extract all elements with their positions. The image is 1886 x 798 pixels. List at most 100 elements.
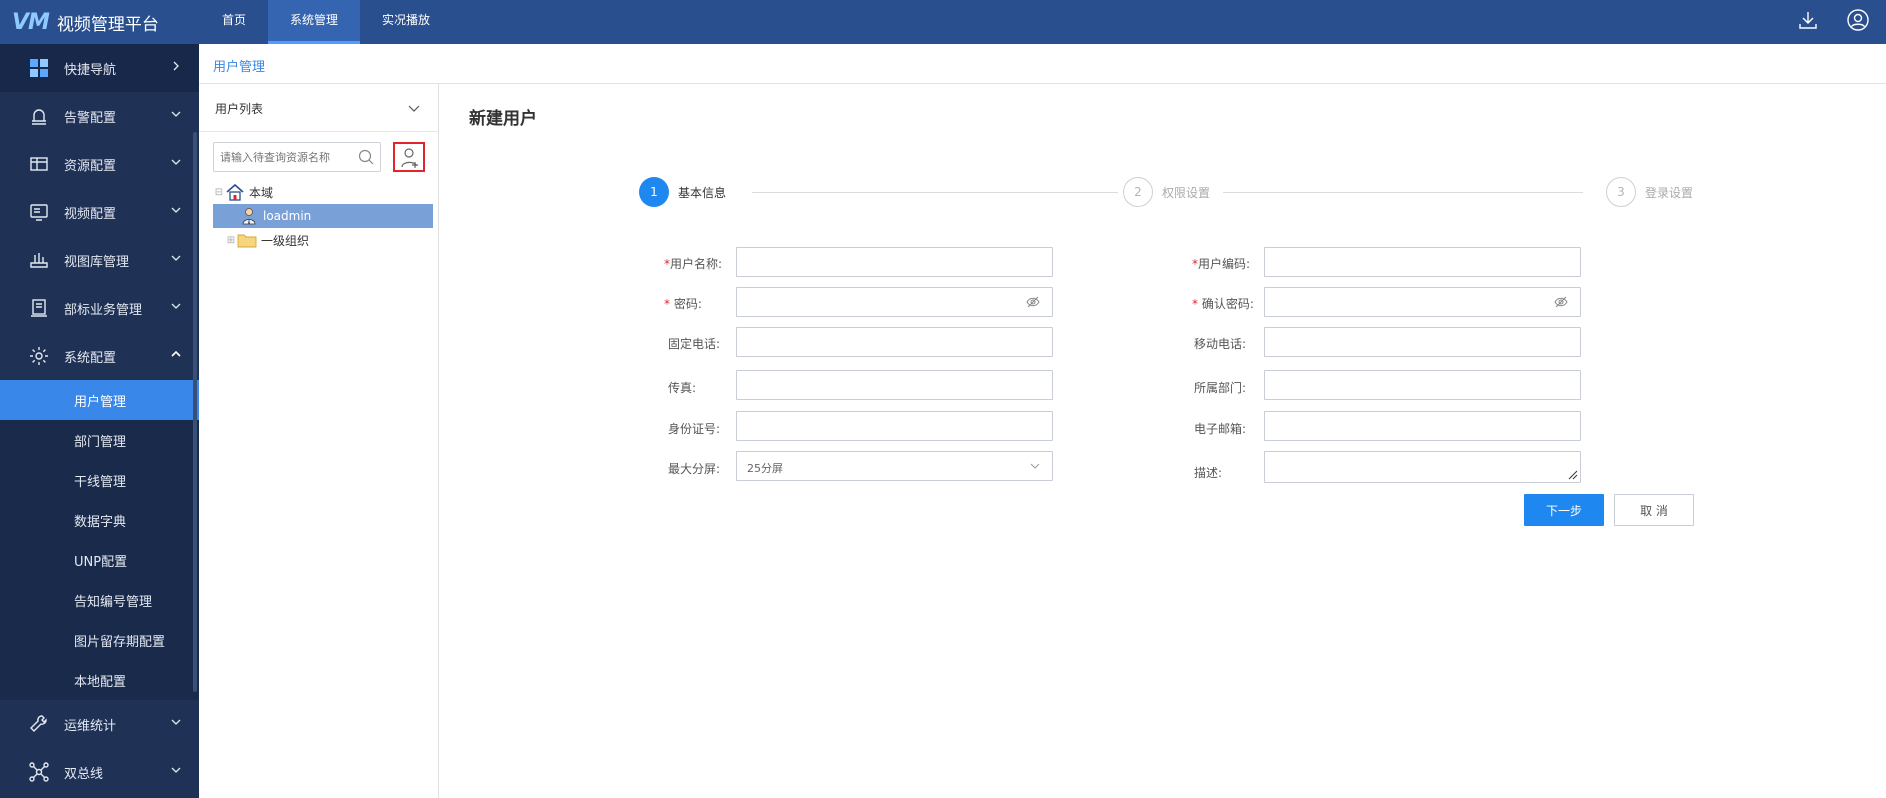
idcard-input[interactable] [737, 412, 1052, 440]
user-person-icon [242, 208, 256, 225]
usercode-label: *用户编码: [1192, 255, 1250, 272]
sidebar-subitem-data-dictionary[interactable]: 数据字典 [0, 500, 199, 540]
tree-node-label: loadmin [263, 209, 312, 223]
chevron-down-icon [171, 255, 181, 261]
home-icon [226, 183, 244, 201]
step-label: 基本信息 [678, 185, 727, 200]
eye-off-icon[interactable] [1026, 296, 1040, 308]
password-field [736, 287, 1053, 317]
usercode-input[interactable] [1265, 248, 1580, 276]
max-split-select[interactable]: 25分屏 [736, 451, 1053, 481]
sidebar-item-resource-config[interactable]: 资源配置 [0, 140, 199, 188]
sidebar-subitem-trunk-management[interactable]: 干线管理 [0, 460, 199, 500]
email-input[interactable] [1265, 412, 1580, 440]
app-logo: VM 视频管理平台 [12, 6, 159, 38]
tree-node-domain[interactable]: ⊟ 本域 [213, 180, 433, 204]
username-field [736, 247, 1053, 277]
top-bar: VM 视频管理平台 首页 系统管理 实况播放 [0, 0, 1886, 44]
next-button[interactable]: 下一步 [1524, 494, 1604, 526]
sidebar-item-label: 系统配置 [64, 350, 117, 366]
sidebar-item-label: 双总线 [64, 766, 104, 782]
download-icon[interactable] [1796, 8, 1820, 32]
confirm-password-field [1264, 287, 1581, 317]
idcard-label: 身份证号: [668, 422, 721, 436]
max-split-value: 25分屏 [747, 462, 783, 475]
sidebar-item-label: 运维统计 [64, 718, 117, 734]
tree-node-org-level1[interactable]: ⊞ 一级组织 [213, 228, 433, 252]
sidebar-subitem-user-management[interactable]: 用户管理 [0, 380, 199, 420]
sidebar-item-business-management[interactable]: 部标业务管理 [0, 284, 199, 332]
tree-expander[interactable]: ⊟ [213, 187, 225, 198]
sidebar-item-system-config[interactable]: 系统配置 [0, 332, 199, 380]
resize-handle-icon[interactable] [1568, 470, 1578, 480]
user-list-header[interactable]: 用户列表 [199, 84, 438, 132]
label-text: 确认密码: [1201, 297, 1254, 311]
label-text: 用户编码: [1198, 257, 1251, 271]
user-list-panel: 用户列表 ⊟ 本域 [199, 84, 439, 798]
wrench-icon [30, 715, 47, 732]
sidebar-item-quick-nav[interactable]: 快捷导航 [0, 44, 199, 92]
mobile-field [1264, 327, 1581, 357]
sidebar-item-view-library[interactable]: 视图库管理 [0, 236, 199, 284]
sidebar-subitem-unp-config[interactable]: UNP配置 [0, 540, 199, 580]
eye-off-icon[interactable] [1554, 296, 1568, 308]
add-user-button[interactable] [393, 142, 425, 172]
description-label: 描述: [1194, 466, 1223, 480]
department-input[interactable] [1265, 371, 1580, 399]
user-icon[interactable] [1846, 8, 1870, 32]
cancel-button[interactable]: 取 消 [1614, 494, 1694, 526]
department-label: 所属部门: [1194, 381, 1247, 395]
phone-input[interactable] [737, 328, 1052, 356]
sidebar-subitem-department-management[interactable]: 部门管理 [0, 420, 199, 460]
sidebar-subitem-image-retention[interactable]: 图片留存期配置 [0, 620, 199, 660]
phone-field [736, 327, 1053, 357]
tree-expander[interactable]: ⊞ [225, 235, 237, 246]
breadcrumb[interactable]: 用户管理 [213, 56, 265, 75]
top-nav: 首页 系统管理 实况播放 [200, 0, 452, 44]
step-connector [1223, 192, 1583, 193]
description-input[interactable] [1265, 452, 1580, 480]
username-input[interactable] [737, 248, 1052, 276]
step-label: 登录设置 [1645, 185, 1694, 200]
phone-label: 固定电话: [668, 337, 721, 351]
tree-node-label: 一级组织 [261, 233, 310, 248]
step-indicator: 1 基本信息 2 权限设置 3 登录设置 [639, 177, 1699, 207]
mobile-input[interactable] [1265, 328, 1580, 356]
page-title: 新建用户 [469, 109, 537, 129]
sidebar-subitem-notice-number[interactable]: 告知编号管理 [0, 580, 199, 620]
nav-home[interactable]: 首页 [200, 0, 268, 44]
chevron-down-icon [171, 303, 181, 309]
sidebar-item-video-config[interactable]: 视频配置 [0, 188, 199, 236]
video-icon [30, 204, 48, 221]
description-field [1264, 451, 1581, 483]
bus-icon [29, 762, 49, 782]
step-login: 3 登录设置 [1606, 177, 1693, 207]
sidebar-item-alarm-config[interactable]: 告警配置 [0, 92, 199, 140]
chevron-down-icon[interactable] [408, 102, 420, 114]
resource-icon [30, 157, 48, 171]
step-permissions: 2 权限设置 [1123, 177, 1210, 207]
grid-icon [30, 59, 48, 77]
password-label: * 密码: [664, 295, 702, 312]
required-mark: * [664, 297, 670, 311]
chevron-down-icon [1030, 463, 1040, 469]
search-icon[interactable] [358, 149, 374, 165]
password-input[interactable] [737, 288, 1052, 316]
nav-live-play[interactable]: 实况播放 [360, 0, 452, 44]
tree-node-label: 本域 [249, 185, 274, 200]
sidebar-item-ops-statistics[interactable]: 运维统计 [0, 700, 199, 748]
search-input[interactable] [214, 143, 344, 171]
fax-input[interactable] [737, 371, 1052, 399]
mobile-label: 移动电话: [1194, 337, 1247, 351]
chevron-down-icon [171, 159, 181, 165]
sidebar-item-dual-bus[interactable]: 双总线 [0, 748, 199, 796]
nav-system-management[interactable]: 系统管理 [268, 0, 361, 44]
sidebar-item-label: 视图库管理 [64, 254, 130, 270]
confirm-password-input[interactable] [1265, 288, 1580, 316]
chevron-right-icon [173, 61, 179, 71]
logo-mark: VM [12, 9, 50, 35]
folder-icon [237, 234, 257, 248]
sidebar-subitem-local-config[interactable]: 本地配置 [0, 660, 199, 700]
step-label: 权限设置 [1162, 185, 1211, 200]
tree-node-user-loadmin[interactable]: loadmin [213, 204, 433, 228]
